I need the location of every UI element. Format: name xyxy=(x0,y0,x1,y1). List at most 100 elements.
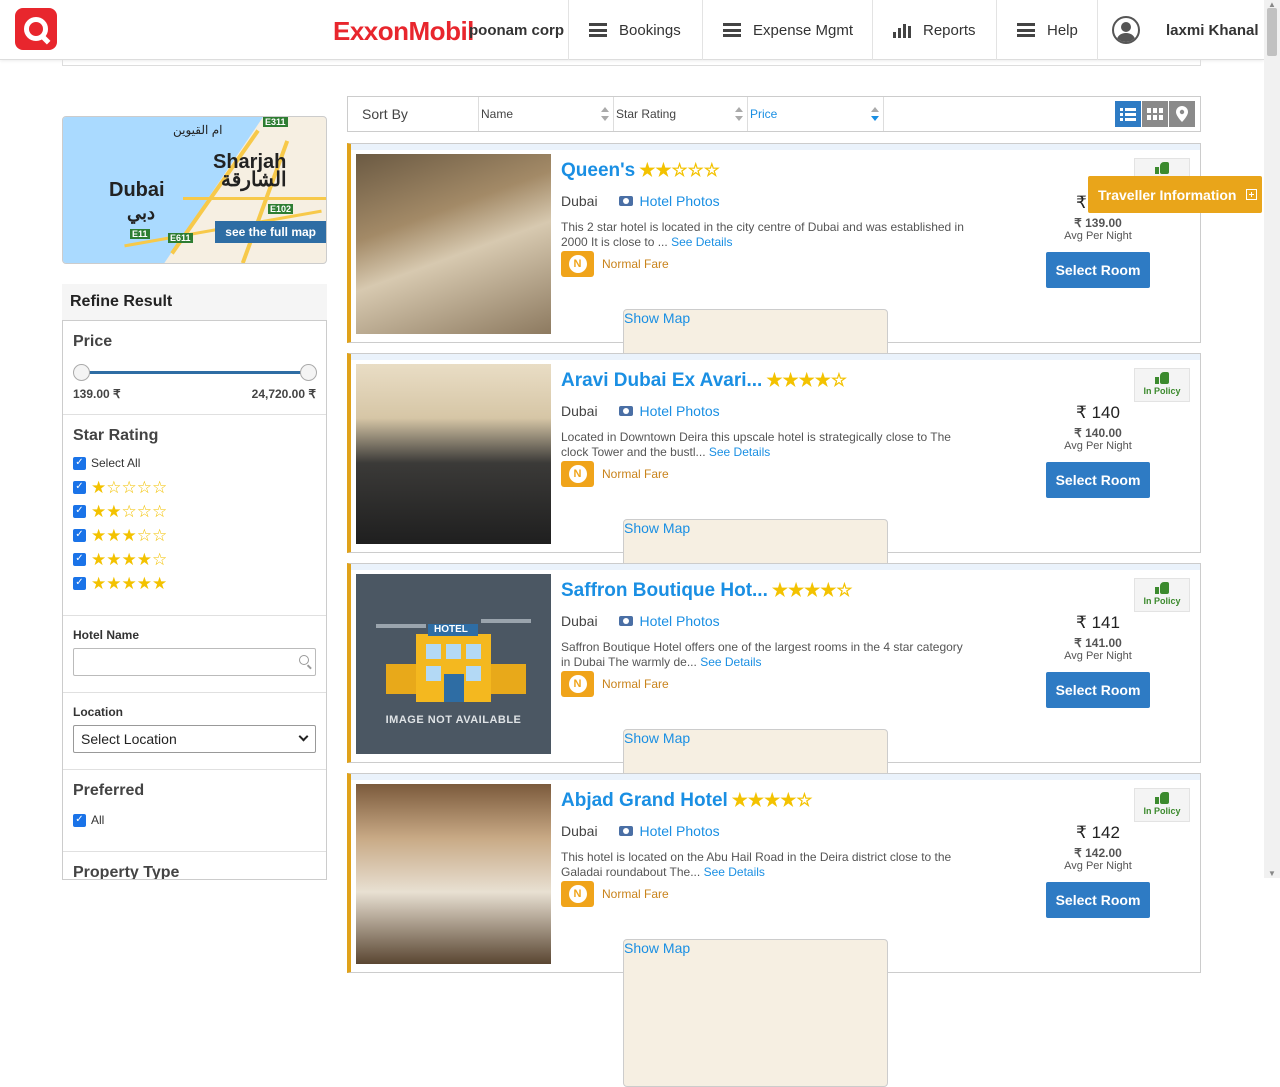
see-details-link[interactable]: See Details xyxy=(671,235,732,249)
see-details-link[interactable]: See Details xyxy=(700,655,761,669)
checkbox-checked-icon[interactable]: ✓ xyxy=(73,504,86,518)
price-max-handle[interactable] xyxy=(300,364,317,381)
see-details-link[interactable]: See Details xyxy=(709,445,770,459)
hotel-card: Abjad Grand Hotel ★★★★☆ Dubai Show Map Hote… xyxy=(347,773,1201,1087)
hotel-name[interactable]: Queen's ★★☆☆☆ xyxy=(561,160,720,182)
top-navigation-bar: ExxonMobil poonam corp Bookings Expense … xyxy=(0,0,1264,60)
map-label-dubai: Dubai xyxy=(109,179,165,201)
hotel-card: HOTEL IMAGE NOT AVAILABLE Saffron Boutique… xyxy=(347,563,1201,877)
select-all-stars[interactable]: ✓ Select All xyxy=(73,451,316,475)
grid-view-button[interactable] xyxy=(1142,101,1168,127)
camera-icon xyxy=(619,196,634,206)
hotel-name-text[interactable]: Queen's xyxy=(561,160,635,181)
hotel-photos-link[interactable]: Hotel Photos xyxy=(639,613,719,629)
nav-expense-mgmt-label: Expense Mgmt xyxy=(753,21,854,39)
page-scrollbar[interactable]: ▲ ▼ xyxy=(1264,0,1280,878)
app-logo[interactable] xyxy=(15,8,57,50)
refine-result-title: Refine Result xyxy=(62,284,327,320)
checkbox-checked-icon[interactable]: ✓ xyxy=(73,576,86,590)
hotel-photo[interactable] xyxy=(356,784,551,964)
card-top-band xyxy=(351,354,1200,360)
hotel-name-text[interactable]: Aravi Dubai Ex Avari... xyxy=(561,370,762,391)
user-name: laxmi Khanal xyxy=(1166,21,1259,39)
normal-fare-icon: N xyxy=(561,461,594,487)
star-filter-option[interactable]: ✓ ★★☆☆☆ xyxy=(73,499,316,523)
nav-help-label: Help xyxy=(1047,21,1078,39)
map-label-sharjah-ar: الشارقة xyxy=(221,169,287,191)
checkbox-checked-icon[interactable]: ✓ xyxy=(73,813,86,827)
hotel-description: This hotel is located on the Abu Hail Ro… xyxy=(561,850,971,880)
hotel-photo[interactable] xyxy=(356,154,551,334)
traveller-information-tab[interactable]: Traveller Information xyxy=(1088,176,1262,213)
hotel-name-filter: Hotel Name xyxy=(63,616,326,693)
scroll-down-icon[interactable]: ▼ xyxy=(1268,869,1276,878)
hotel-name-text[interactable]: Saffron Boutique Hot... xyxy=(561,580,768,601)
map-road-e102: E102 xyxy=(268,204,294,214)
hotel-photos-link[interactable]: Hotel Photos xyxy=(639,823,719,839)
fare-type-label: Normal Fare xyxy=(602,467,669,481)
star-filter-option[interactable]: ✓ ★☆☆☆☆ xyxy=(73,475,316,499)
select-room-button[interactable]: Select Room xyxy=(1046,252,1150,288)
hotel-image-placeholder[interactable]: HOTEL IMAGE NOT AVAILABLE xyxy=(356,574,551,754)
hotel-name[interactable]: Abjad Grand Hotel ★★★★☆ xyxy=(561,790,812,812)
nav-help[interactable]: Help xyxy=(996,0,1097,60)
hotel-photo[interactable] xyxy=(356,364,551,544)
select-room-button[interactable]: Select Room xyxy=(1046,882,1150,918)
checkbox-checked-icon[interactable]: ✓ xyxy=(73,456,86,470)
checkbox-checked-icon[interactable]: ✓ xyxy=(73,480,86,494)
nav-reports[interactable]: Reports xyxy=(872,0,996,60)
avg-per-night-label: Avg Per Night xyxy=(1064,650,1132,662)
star-filter-option[interactable]: ✓ ★★★★★ xyxy=(73,571,316,595)
normal-fare-icon: N xyxy=(561,251,594,277)
preferred-all-label: All xyxy=(91,813,105,827)
location-filter: Location Select Location xyxy=(63,693,326,770)
image-not-available-text: IMAGE NOT AVAILABLE xyxy=(385,714,522,726)
hotel-name-label: Hotel Name xyxy=(73,628,140,642)
search-icon[interactable] xyxy=(299,655,309,665)
hotel-name-text[interactable]: Abjad Grand Hotel xyxy=(561,790,728,811)
hotel-name[interactable]: Saffron Boutique Hot... ★★★★☆ xyxy=(561,580,853,602)
select-all-label: Select All xyxy=(91,456,141,470)
hotel-description-text: This 2 star hotel is located in the city… xyxy=(561,220,964,249)
user-menu[interactable]: laxmi Khanal xyxy=(1097,0,1264,60)
menu-icon xyxy=(589,23,607,37)
preferred-filter: Preferred ✓ All xyxy=(63,770,326,852)
hotel-card: Aravi Dubai Ex Avari... ★★★★☆ Dubai Show M… xyxy=(347,353,1201,667)
checkbox-checked-icon[interactable]: ✓ xyxy=(73,552,86,566)
checkbox-checked-icon[interactable]: ✓ xyxy=(73,528,86,542)
sort-by-star-rating[interactable]: Star Rating xyxy=(613,97,747,131)
star-filter-option[interactable]: ✓ ★★★☆☆ xyxy=(73,523,316,547)
location-select[interactable]: Select Location xyxy=(73,725,316,753)
card-top-band xyxy=(351,144,1200,150)
hotel-name-input[interactable] xyxy=(73,648,316,676)
see-details-link[interactable]: See Details xyxy=(704,865,765,879)
nav-expense-mgmt[interactable]: Expense Mgmt xyxy=(702,0,872,60)
price-range-slider[interactable] xyxy=(73,363,317,383)
nav-reports-label: Reports xyxy=(923,21,976,39)
search-summary-strip xyxy=(62,60,1201,66)
menu-icon xyxy=(1017,23,1035,37)
select-room-button[interactable]: Select Room xyxy=(1046,672,1150,708)
price-min-handle[interactable] xyxy=(73,364,90,381)
avg-per-night-label: Avg Per Night xyxy=(1064,440,1132,452)
see-full-map-button[interactable]: see the full map xyxy=(215,221,326,243)
list-view-button[interactable] xyxy=(1115,101,1141,127)
sort-by-name[interactable]: Name xyxy=(478,97,613,131)
scrollbar-thumb[interactable] xyxy=(1267,8,1277,56)
card-top-band xyxy=(351,774,1200,780)
price-min-value: 139.00 ₹ xyxy=(73,387,121,401)
show-map-link[interactable]: Show Map xyxy=(623,939,888,1087)
hotel-map-preview[interactable]: Sharjah الشارقة Dubai دبي ام القيوين E31… xyxy=(62,116,327,264)
hotel-photos-link[interactable]: Hotel Photos xyxy=(639,193,719,209)
hotel-photos-link[interactable]: Hotel Photos xyxy=(639,403,719,419)
nav-bookings[interactable]: Bookings xyxy=(568,0,702,60)
preferred-all-option[interactable]: ✓ All xyxy=(73,808,316,832)
camera-icon xyxy=(619,406,634,416)
star-filter-option[interactable]: ✓ ★★★★☆ xyxy=(73,547,316,571)
sort-by-price[interactable]: Price xyxy=(747,97,884,131)
select-room-button[interactable]: Select Room xyxy=(1046,462,1150,498)
map-view-button[interactable] xyxy=(1169,101,1195,127)
hotel-name[interactable]: Aravi Dubai Ex Avari... ★★★★☆ xyxy=(561,370,847,392)
price-filter: Price 139.00 ₹ 24,720.00 ₹ xyxy=(63,321,326,415)
hotel-city: Dubai xyxy=(561,823,598,839)
